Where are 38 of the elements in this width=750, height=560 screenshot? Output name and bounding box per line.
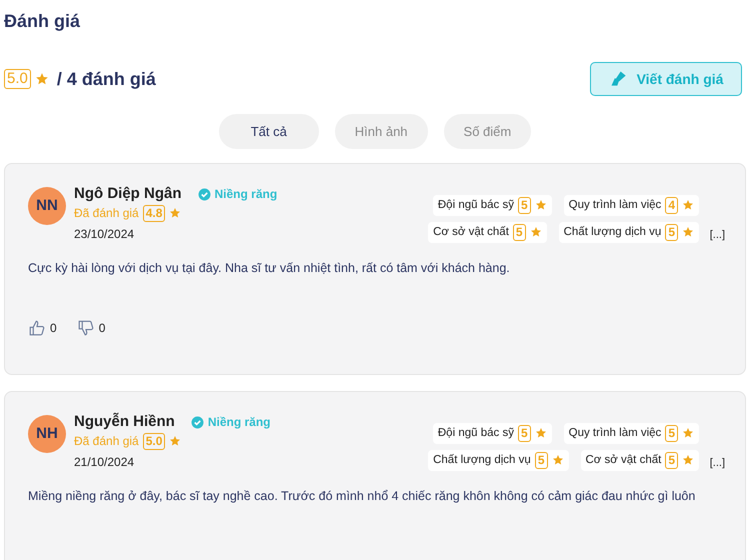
service-tag: Niềng răng bbox=[214, 185, 278, 203]
rated-label: Đã đánh giá bbox=[74, 205, 139, 222]
criterion-label: Đội ngũ bác sỹ bbox=[438, 426, 514, 440]
criterion-score: 5 bbox=[665, 452, 678, 469]
review-text: Miềng niềng răng ở đây, bác sĩ tay nghề cao. Trước đó mình nhổ 4 chiếc răng khôn không có cảm giác đau nhức gì luôn bbox=[28, 488, 696, 505]
criterion-score: 5 bbox=[534, 452, 548, 469]
criterion-score: 5 bbox=[518, 424, 531, 442]
criterion-label: Cơ sở vật chất bbox=[433, 224, 509, 240]
criterion-label: Cơ sở vật chất bbox=[586, 452, 662, 468]
review-text: Cực kỳ hài lòng với dịch vụ tại đây. Nha sĩ tư vấn nhiệt tình, rất có tâm với khách hàng. bbox=[28, 260, 511, 277]
criterion-score: 4 bbox=[665, 196, 678, 214]
criterion-label: Quy trình làm việc bbox=[568, 198, 662, 212]
more-link[interactable]: [...] bbox=[699, 226, 725, 243]
criterion-score: 5 bbox=[665, 224, 678, 241]
criterion-label: Chất lượng dịch vụ bbox=[433, 452, 531, 468]
criterion-label: Đội ngũ bác sỹ bbox=[438, 198, 514, 212]
rated-label: Đã đánh giá bbox=[74, 433, 139, 450]
average-score: 5.0 bbox=[4, 69, 31, 89]
criterion-label: Chất lượng dịch vụ bbox=[564, 224, 662, 240]
like-count: 0 bbox=[50, 320, 57, 337]
criterion-score: 5 bbox=[665, 424, 678, 442]
avatar: NN bbox=[28, 187, 66, 225]
criterion-score: 5 bbox=[518, 196, 531, 214]
rating-score: 5.0 bbox=[142, 432, 166, 450]
rating-score: 4.8 bbox=[142, 204, 166, 222]
review-count: / 4 đánh giá bbox=[56, 68, 156, 91]
dislike-count: 0 bbox=[98, 320, 106, 337]
section-title: Đánh giá bbox=[4, 10, 82, 33]
review-date: 21/10/2024 bbox=[74, 454, 136, 471]
more-link[interactable]: [...] bbox=[699, 454, 725, 471]
avatar: NH bbox=[28, 415, 66, 453]
criterion-label: Quy trình làm việc bbox=[568, 426, 662, 440]
review-date: 23/10/2024 bbox=[74, 226, 136, 243]
reviewer-name: Nguyễn Hiềnn bbox=[74, 412, 175, 432]
reviewer-name: Ngô Diệp Ngân bbox=[74, 184, 182, 204]
criterion-score: 5 bbox=[512, 224, 526, 241]
service-tag: Niềng răng bbox=[208, 413, 271, 431]
filter-tab[interactable]: Tất cả bbox=[218, 114, 319, 149]
